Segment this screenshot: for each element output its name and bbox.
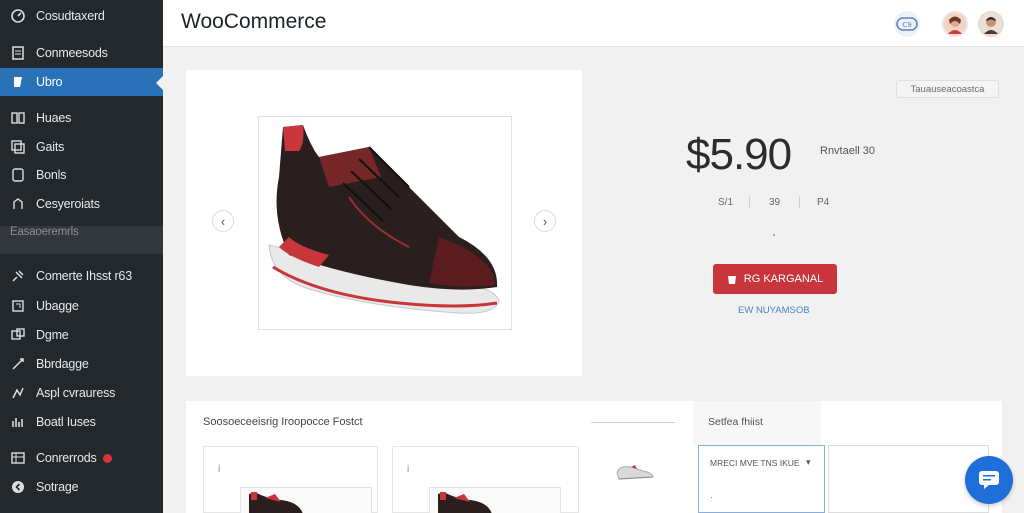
analytics-icon: [10, 385, 26, 401]
top-header: WooCommerce C9: [163, 0, 1024, 47]
sidebar-item-posts[interactable]: Conmeesods: [0, 39, 163, 67]
users-icon: [10, 298, 26, 314]
settings-icon: [10, 356, 26, 372]
sneaker-thumbnail: [249, 492, 303, 513]
sidebar-item-collapse[interactable]: Sotrage: [0, 473, 163, 501]
dashboard-icon: [10, 8, 26, 24]
product-image[interactable]: [258, 116, 512, 330]
sidebar-item-label: Ubro: [36, 75, 63, 89]
plugins-icon: [10, 268, 26, 284]
related-products-panel: Soosoeceeisrig Iroopocce Fostct Setfea f…: [186, 401, 1002, 513]
sidebar-item-label: Easaoeremrls: [10, 226, 79, 238]
section-heading: Soosoeceeisrig Iroopocce Fostct: [203, 416, 363, 428]
comments-icon: [10, 167, 26, 183]
marketing-icon: [10, 414, 26, 430]
sneaker-thumbnail: [438, 492, 492, 513]
add-to-cart-label: RG KARGANAL: [743, 273, 824, 285]
svg-text:C9: C9: [902, 21, 911, 29]
sidebar-item-orders[interactable]: Conrerrods: [0, 444, 163, 472]
sidebar-section-label: Easaoeremrls: [0, 218, 163, 246]
sidebar-item-label: Huaes: [36, 111, 72, 125]
next-image-button[interactable]: ›: [534, 210, 556, 232]
chat-icon: [979, 471, 999, 489]
card-mark: i: [407, 464, 410, 475]
sidebar-item-woocommerce[interactable]: Ubro: [0, 68, 163, 96]
posts-icon: [10, 45, 26, 61]
sidebar-item-marketing[interactable]: Boatl Iuses: [0, 408, 163, 436]
sidebar-item-label: Ubagge: [36, 299, 79, 313]
woo-logo-icon[interactable]: C9: [894, 11, 920, 37]
sidebar-item-label: Bonls: [36, 168, 67, 182]
orders-icon: [10, 450, 26, 466]
add-to-cart-button[interactable]: RG KARGANAL: [713, 264, 837, 294]
product-thumbnail[interactable]: [429, 487, 561, 513]
sidebar-item-analytics[interactable]: Aspl cvrauress: [0, 379, 163, 407]
stat-value: P4: [817, 197, 830, 208]
sidebar-item-label: Gaits: [36, 140, 65, 154]
sidebar-item-label: Comerte Ihsst r63: [36, 269, 132, 283]
avatar-woman-icon[interactable]: [942, 11, 968, 37]
cart-icon: [727, 275, 736, 284]
variant-thumbnail[interactable]: [611, 455, 659, 487]
divider-line: [591, 422, 675, 423]
woocommerce-icon: [10, 74, 26, 90]
chevron-down-icon: ▾: [806, 457, 811, 467]
stat-value: 39: [769, 197, 781, 208]
sidebar-item-media[interactable]: Gaits: [0, 133, 163, 161]
sidebar-item-label: Aspl cvrauress: [36, 386, 116, 400]
product-gallery: ‹ ›: [186, 70, 582, 376]
sidebar-item-label: Sotrage: [36, 480, 79, 494]
sidebar-item-comments[interactable]: Bonls: [0, 161, 163, 189]
sidebar-item-pages[interactable]: Huaes: [0, 104, 163, 132]
select-subtext: ·: [710, 492, 713, 502]
tab-label[interactable]: Setfea fhiist: [708, 416, 763, 428]
sidebar-item-users[interactable]: Ubagge: [0, 292, 163, 320]
chat-button[interactable]: [965, 456, 1013, 504]
card-mark: i: [218, 464, 221, 475]
chevron-left-icon: ‹: [220, 213, 226, 229]
sidebar-item-label: Conmeesods: [36, 46, 108, 60]
product-price: $5.90: [686, 130, 792, 179]
prev-image-button[interactable]: ‹: [212, 210, 234, 232]
page-title: WooCommerce: [181, 10, 327, 33]
secondary-link[interactable]: EW NUYAMSOB: [738, 305, 810, 316]
sidebar-item-label: Dgme: [36, 328, 69, 342]
collapse-icon: [10, 479, 26, 495]
sidebar-item-label: Cosudtaxerd: [36, 9, 105, 23]
sidebar-item-plugins[interactable]: Comerte Ihsst r63: [0, 262, 163, 290]
sidebar-item-tools[interactable]: Dgme: [0, 321, 163, 349]
price-note: Rnvtaell 30: [820, 145, 876, 157]
media-icon: [10, 139, 26, 155]
select-value: MRECI MVE TNS IKUE: [710, 458, 800, 468]
admin-sidebar: Cosudtaxerd Conmeesods Ubro Huaes Gaits …: [0, 0, 163, 513]
sidebar-item-label: Cesyeroiats: [36, 197, 100, 211]
sidebar-item-appearance[interactable]: Cesyeroiats: [0, 190, 163, 218]
avatar-man-icon[interactable]: [978, 11, 1004, 37]
notification-badge: [102, 453, 112, 463]
sidebar-item-label: Bbrdagge: [36, 357, 89, 371]
tools-icon: [10, 327, 26, 343]
sidebar-item-dashboard[interactable]: Cosudtaxerd: [0, 2, 163, 30]
sidebar-item-settings[interactable]: Bbrdagge: [0, 350, 163, 378]
pages-icon: [10, 110, 26, 126]
variant-select[interactable]: MRECI MVE TNS IKUE ▾ ·: [698, 445, 825, 513]
chevron-right-icon: ›: [542, 213, 548, 229]
stat-value: S/1: [718, 197, 734, 208]
sneaker-mini-icon: [616, 465, 654, 480]
sidebar-item-label: Conrerrods: [36, 451, 97, 465]
stat-divider: [749, 196, 750, 208]
appearance-icon: [10, 196, 26, 212]
divider-dot: [773, 234, 775, 236]
product-thumbnail[interactable]: [240, 487, 372, 513]
stat-divider: [799, 196, 800, 208]
sneaker-image: [268, 125, 500, 314]
sidebar-item-label: Boatl Iuses: [36, 415, 96, 429]
status-badge: Tauauseacoastca: [896, 80, 999, 98]
